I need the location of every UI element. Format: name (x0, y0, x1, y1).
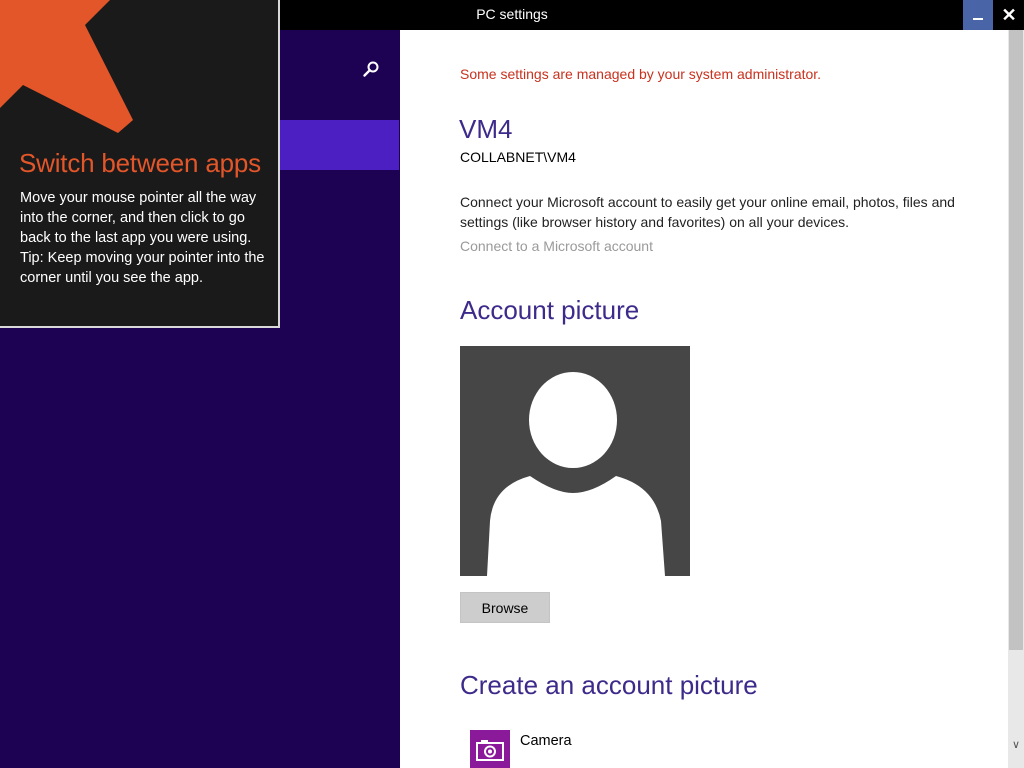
browse-button[interactable]: Browse (460, 592, 550, 623)
switch-apps-tip: Switch between apps Move your mouse poin… (0, 0, 280, 328)
admin-note: Some settings are managed by your system… (460, 66, 822, 82)
minimize-icon (973, 18, 983, 20)
camera-label[interactable]: Camera (520, 733, 572, 749)
tip-hint-text: Tip: Keep moving your pointer into the c… (20, 250, 265, 286)
close-icon: ✕ (1001, 4, 1017, 25)
scrollbar-thumb[interactable] (1009, 30, 1023, 650)
microsoft-account-description: Connect your Microsoft account to easily… (460, 194, 955, 230)
account-content: Some settings are managed by your system… (400, 30, 1008, 768)
scroll-down-icon[interactable]: ∨ (1010, 738, 1022, 752)
minimize-button[interactable] (963, 0, 993, 30)
search-icon[interactable] (362, 60, 380, 78)
account-picture-heading: Account picture (460, 295, 640, 325)
avatar (460, 346, 690, 576)
user-silhouette-icon (487, 372, 665, 576)
tip-body: Move your mouse pointer all the way into… (20, 188, 265, 288)
tip-body-text: Move your mouse pointer all the way into… (20, 190, 257, 246)
camera-app-tile[interactable] (470, 730, 510, 768)
connect-microsoft-account-link[interactable]: Connect to a Microsoft account (460, 238, 653, 254)
close-button[interactable]: ✕ (994, 0, 1024, 30)
user-name: VM4 (459, 114, 513, 144)
camera-icon (476, 740, 504, 761)
vertical-scrollbar[interactable]: ∨ (1008, 30, 1024, 768)
tip-heading: Switch between apps (19, 148, 261, 178)
create-account-picture-heading: Create an account picture (460, 670, 758, 700)
user-domain: COLLABNET\VM4 (460, 149, 576, 165)
corner-arrow-icon (0, 0, 133, 133)
